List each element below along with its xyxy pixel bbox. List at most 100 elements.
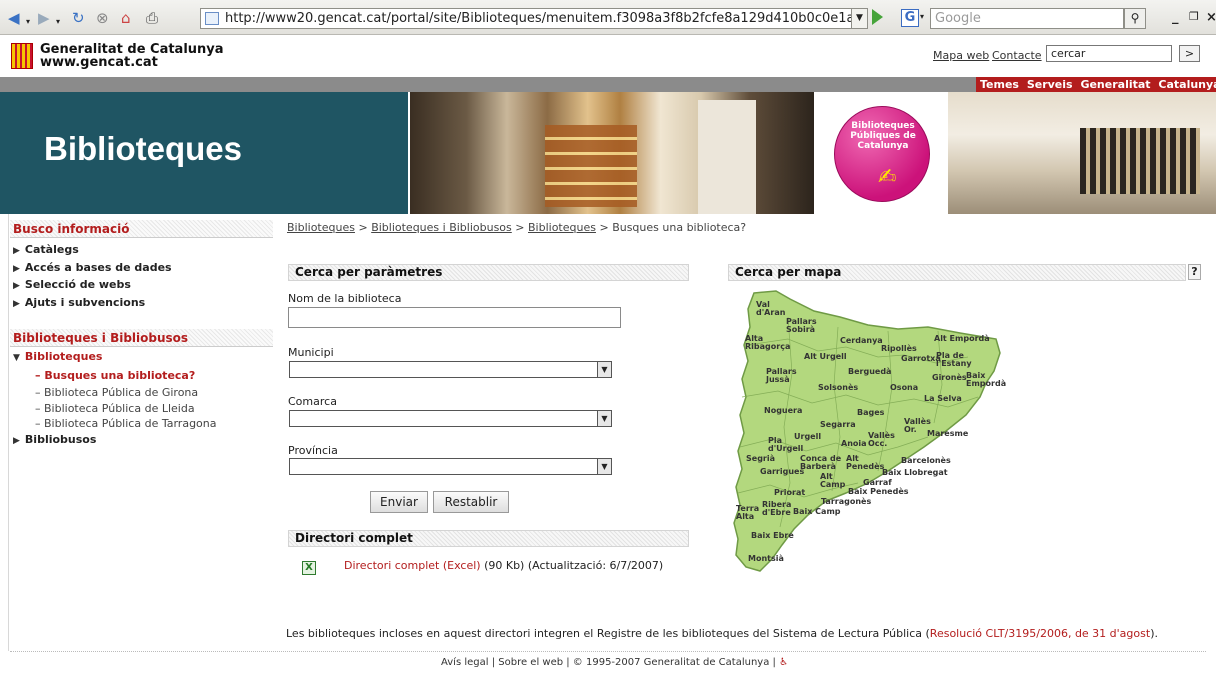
map-region[interactable]: Baix Ebre — [751, 532, 794, 540]
map-region[interactable]: Bages — [857, 409, 884, 417]
nav-temes[interactable]: Temes — [980, 78, 1019, 91]
map-region[interactable]: Alt Penedès — [846, 455, 884, 471]
map-region[interactable]: Alt Camp — [820, 473, 845, 489]
site-search-button[interactable]: > — [1179, 45, 1200, 62]
map-region[interactable]: Pla de l'Estany — [936, 352, 972, 368]
reset-button[interactable]: Restablir — [433, 491, 509, 513]
map-region[interactable]: Noguera — [764, 407, 802, 415]
map-region[interactable]: La Selva — [924, 395, 962, 403]
map-region[interactable]: Priorat — [774, 489, 805, 497]
nav-catalunya[interactable]: Catalunya — [1158, 78, 1216, 91]
sidebar-biblioteques-header: Biblioteques i Bibliobusos — [10, 329, 273, 347]
footer-text[interactable]: Avís legal | Sobre el web | © 1995-2007 … — [441, 657, 776, 668]
map-region[interactable]: Anoia — [841, 440, 867, 448]
map-region[interactable]: Vallès Occ. — [868, 432, 895, 448]
map-region[interactable]: Solsonès — [818, 384, 858, 392]
sidebar-sub-lleida[interactable]: – Biblioteca Pública de Lleida — [35, 402, 195, 415]
nav-generalitat[interactable]: Generalitat — [1080, 78, 1150, 91]
forward-icon[interactable]: ▶ — [38, 9, 50, 27]
map-region[interactable]: Tarragonès — [821, 498, 871, 506]
close-icon[interactable]: × — [1206, 10, 1216, 25]
sidebar-sub-tarragona[interactable]: – Biblioteca Pública de Tarragona — [35, 417, 217, 430]
map-region[interactable]: Barcelonès — [901, 457, 951, 465]
resolucio-link[interactable]: Resolució CLT/3195/2006, de 31 d'agost — [930, 627, 1150, 640]
sidebar-item-seleccio-webs[interactable]: ▶ Selecció de webs — [13, 278, 131, 291]
minimize-icon[interactable]: _ — [1172, 10, 1179, 25]
submit-button[interactable]: Enviar — [370, 491, 428, 513]
sidebar-item-catalegs[interactable]: ▶ Catàlegs — [13, 243, 79, 256]
reload-icon[interactable]: ↻ — [72, 9, 85, 27]
sidebar-sub-busques[interactable]: – Busques una biblioteca? — [35, 369, 195, 382]
map-region[interactable]: Alt Empordà — [934, 335, 990, 343]
map-region[interactable]: Urgell — [794, 433, 821, 441]
library-name-input[interactable] — [288, 307, 621, 328]
map-region[interactable]: Gironès — [932, 374, 967, 382]
browser-search-input[interactable]: Google — [930, 8, 1124, 29]
back-icon[interactable]: ◀ — [8, 9, 20, 27]
map-region[interactable]: Pallars Sobirà — [786, 318, 817, 334]
stop-icon[interactable]: ⊗ — [96, 9, 109, 27]
map-region[interactable]: Garraf — [863, 479, 892, 487]
map-region[interactable]: Pallars Jussà — [766, 368, 797, 384]
map-region[interactable]: Terra Alta — [736, 505, 759, 521]
google-engine-icon[interactable]: G — [901, 9, 919, 27]
map-region[interactable]: Berguedà — [848, 368, 891, 376]
map-region[interactable]: Segrià — [746, 455, 775, 463]
browser-toolbar: ◀ ▾ ▶ ▾ ↻ ⊗ ⌂ ⎙ http://www20.gencat.cat/… — [0, 0, 1216, 35]
map-region[interactable]: Segarra — [820, 421, 856, 429]
browser-search-button[interactable]: ⚲ — [1124, 8, 1146, 29]
map-region[interactable]: Cerdanya — [840, 337, 883, 345]
accessibility-icon[interactable]: ♿ — [779, 657, 788, 668]
map-region[interactable]: Alta Ribagorça — [745, 335, 790, 351]
logo-url[interactable]: www.gencat.cat — [40, 55, 158, 70]
history-dropdown-button[interactable]: ▼ — [851, 8, 868, 29]
forward-dropdown-icon[interactable]: ▾ — [56, 13, 60, 31]
map-region[interactable]: Montsià — [748, 555, 784, 563]
sidebar-item-ajuts[interactable]: ▶ Ajuts i subvencions — [13, 296, 145, 309]
directory-excel-link[interactable]: Directori complet (Excel) — [344, 559, 481, 572]
catalonia-map[interactable]: Val d'Aran Pallars Sobirà Alta Ribagorça Ce… — [728, 287, 1014, 573]
address-bar[interactable]: http://www20.gencat.cat/portal/site/Bibl… — [200, 8, 863, 29]
directory-header: Directori complet — [288, 530, 689, 547]
engine-dropdown-icon[interactable]: ▾ — [920, 12, 924, 21]
sidebar-item-bases-dades[interactable]: ▶ Accés a bases de dades — [13, 261, 172, 274]
site-search-input[interactable]: cercar — [1046, 45, 1172, 62]
breadcrumb-link[interactable]: Biblioteques — [287, 221, 355, 234]
municipi-select[interactable]: ▼ — [289, 361, 612, 378]
help-button[interactable]: ? — [1188, 264, 1201, 280]
go-button[interactable] — [872, 9, 883, 25]
nav-serveis[interactable]: Serveis — [1027, 78, 1073, 91]
map-region[interactable]: Alt Urgell — [804, 353, 847, 361]
reader-figure-icon: ✍ — [878, 165, 897, 190]
map-region[interactable]: Baix Penedès — [848, 488, 909, 496]
print-icon[interactable]: ⎙ — [146, 9, 158, 27]
excel-icon[interactable]: X — [302, 561, 316, 575]
map-region[interactable]: Baix Camp — [793, 508, 841, 516]
mapa-web-link[interactable]: Mapa web — [933, 49, 989, 62]
generalitat-logo-icon[interactable] — [11, 43, 33, 69]
map-region[interactable]: Baix Empordà — [966, 372, 1006, 388]
sidebar-busco-header: Busco informació — [10, 220, 273, 238]
breadcrumb-link[interactable]: Biblioteques — [528, 221, 596, 234]
map-region[interactable]: Ribera d'Ebre — [762, 501, 791, 517]
contacte-link[interactable]: Contacte — [992, 49, 1042, 62]
sidebar-sub-girona[interactable]: – Biblioteca Pública de Girona — [35, 386, 198, 399]
breadcrumb-link[interactable]: Biblioteques i Bibliobusos — [371, 221, 512, 234]
back-dropdown-icon[interactable]: ▾ — [26, 13, 30, 31]
page-favicon-icon — [205, 12, 219, 25]
map-region[interactable]: Conca de Barberà — [800, 455, 841, 471]
map-region[interactable]: Baix Llobregat — [882, 469, 948, 477]
map-region[interactable]: Osona — [890, 384, 918, 392]
map-region[interactable]: Maresme — [927, 430, 968, 438]
sidebar-item-bibliobusos[interactable]: ▶ Bibliobusos — [13, 433, 96, 446]
map-region[interactable]: Garrigues — [760, 468, 804, 476]
map-region[interactable]: Ripollès — [881, 345, 917, 353]
provincia-select[interactable]: ▼ — [289, 458, 612, 475]
map-region[interactable]: Garrotxa — [901, 355, 941, 363]
restore-icon[interactable]: ❐ — [1189, 10, 1199, 23]
home-icon[interactable]: ⌂ — [121, 9, 131, 27]
library-photo-2-shelves — [1080, 128, 1200, 194]
map-region[interactable]: Val d'Aran — [756, 301, 785, 317]
comarca-select[interactable]: ▼ — [289, 410, 612, 427]
sidebar-item-biblioteques[interactable]: ▼ Biblioteques — [13, 350, 102, 363]
